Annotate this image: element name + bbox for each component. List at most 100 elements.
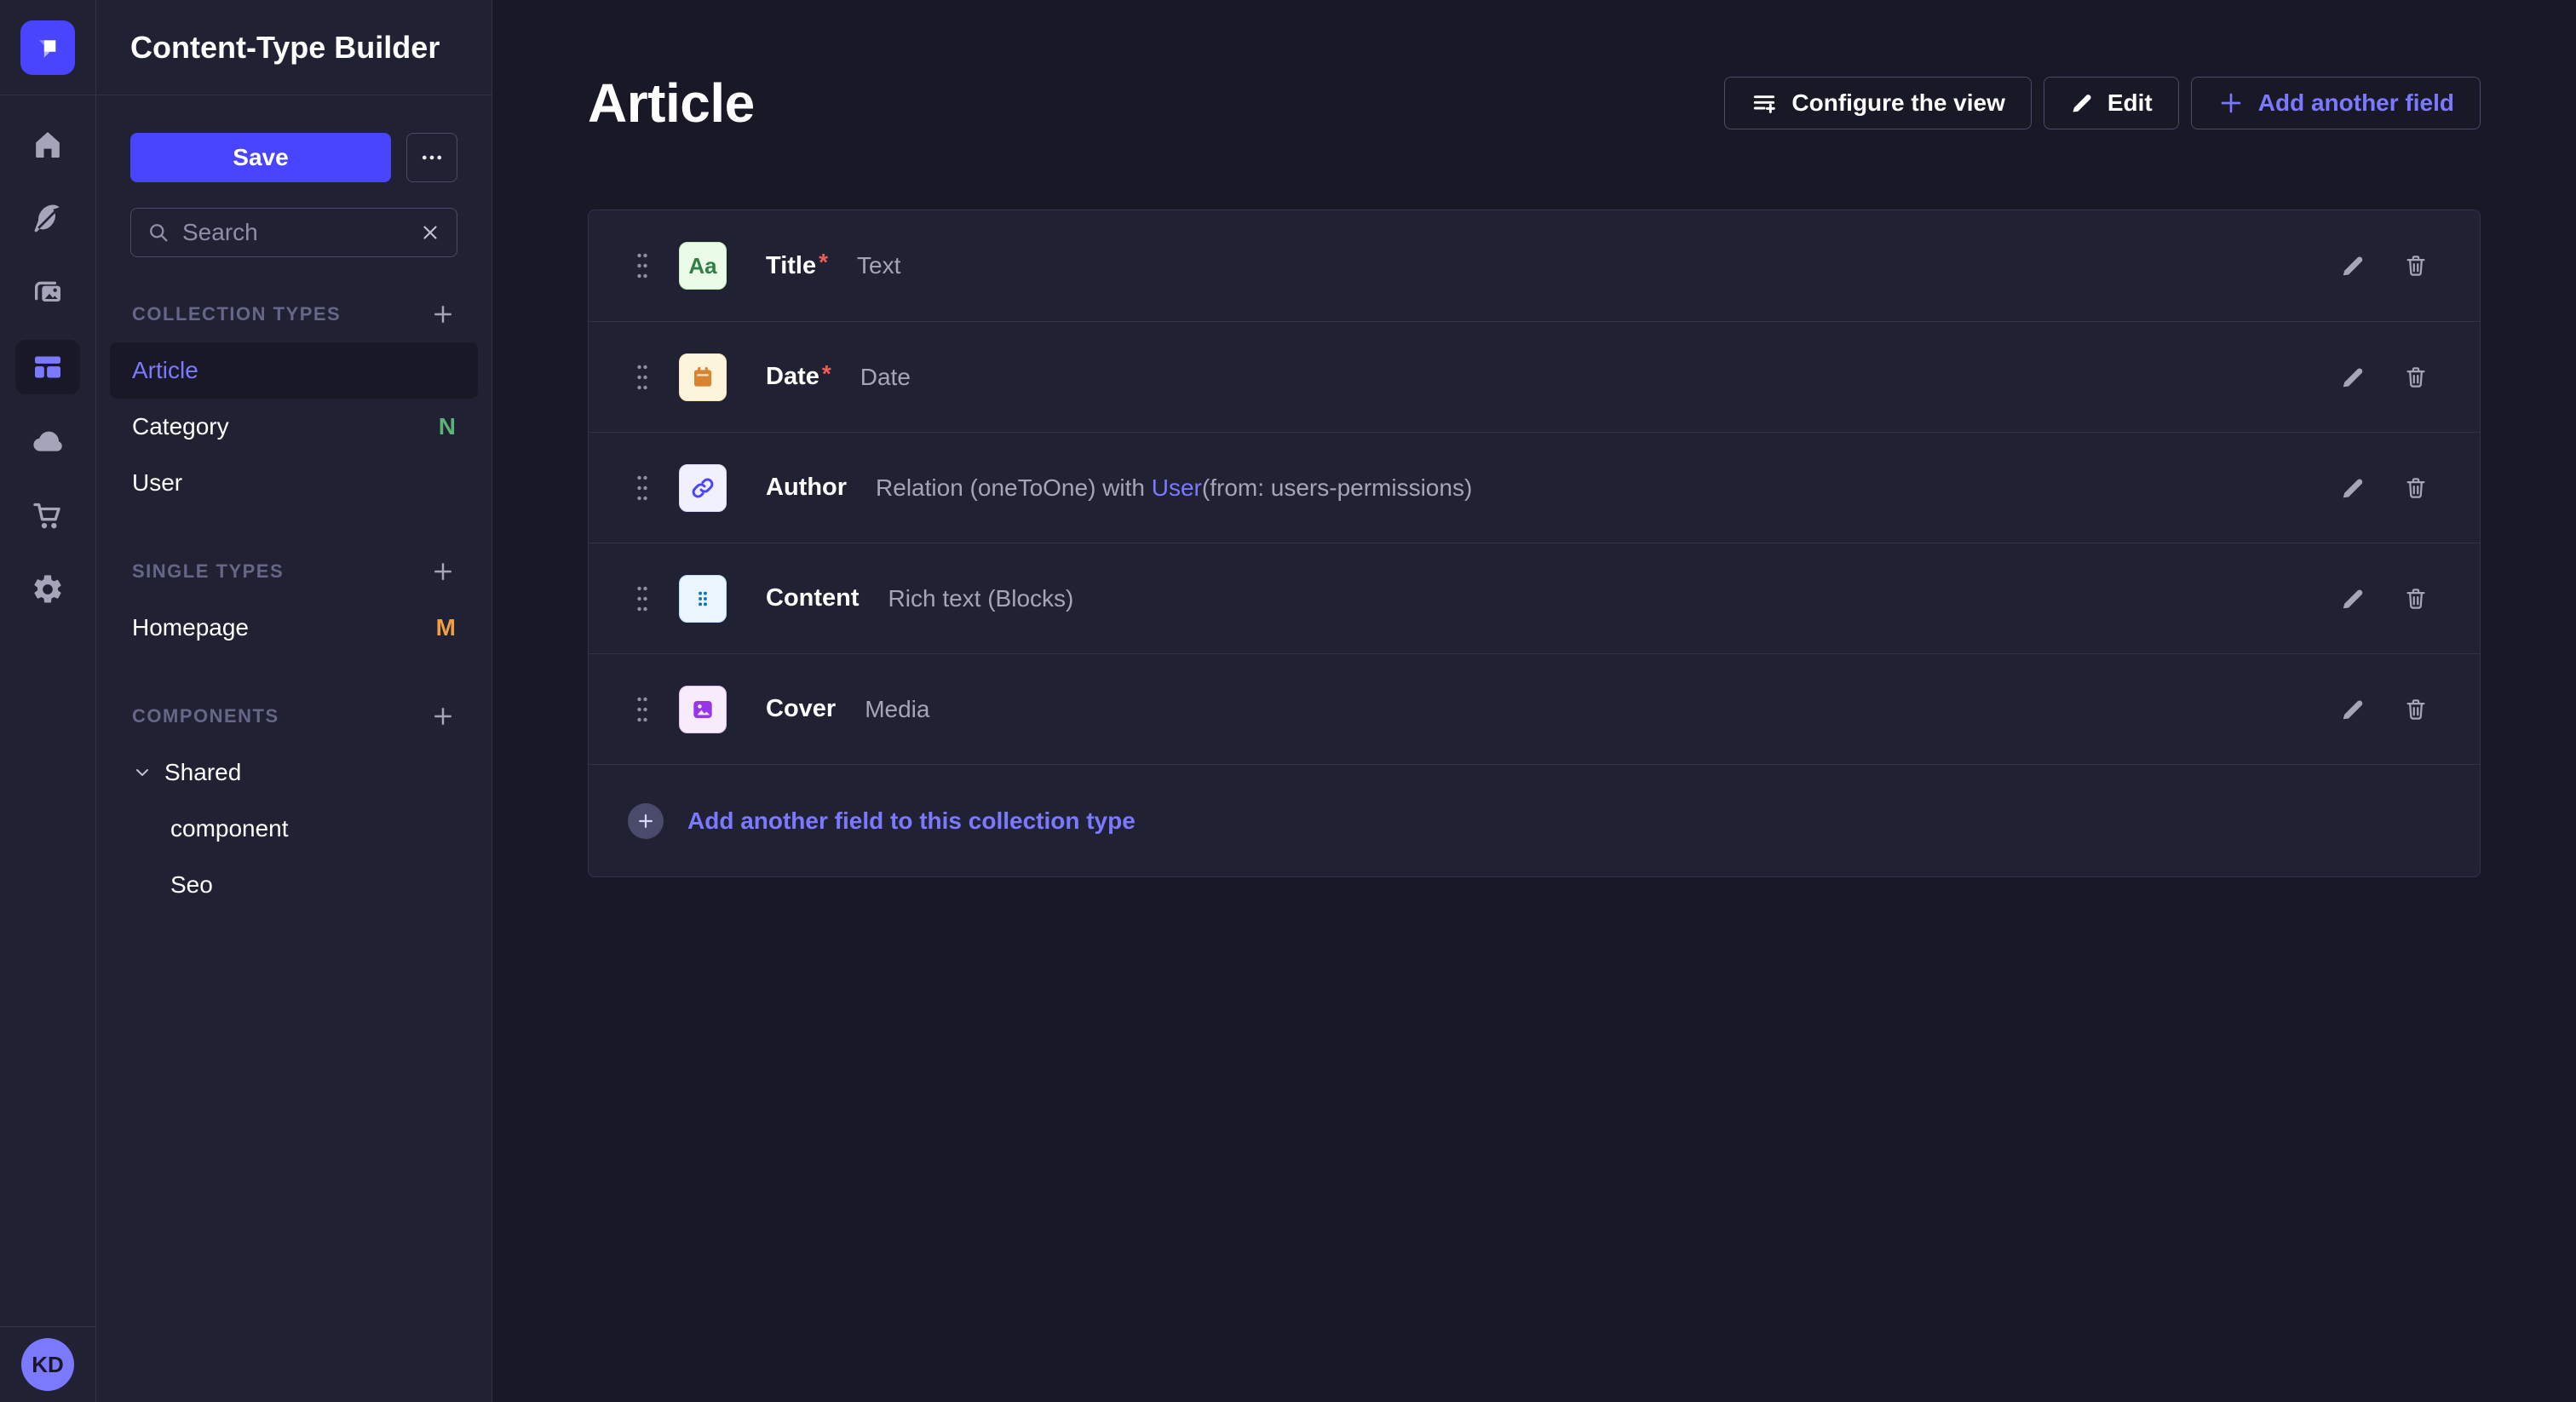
- required-mark: *: [822, 360, 831, 388]
- save-button[interactable]: Save: [130, 133, 391, 182]
- chevron-down-icon: [132, 762, 152, 783]
- cart-icon: [31, 498, 65, 532]
- rail-item-home[interactable]: [15, 118, 80, 172]
- sidebar-item-category[interactable]: Category N: [110, 399, 478, 455]
- trash-icon: [2403, 586, 2429, 612]
- item-label: Article: [132, 357, 198, 384]
- item-label: Homepage: [132, 614, 249, 641]
- field-row-content: Content Rich text (Blocks): [589, 543, 2480, 653]
- pencil-icon: [2340, 365, 2366, 390]
- field-name: Content: [766, 584, 860, 612]
- delete-field-button[interactable]: [2403, 253, 2429, 279]
- text-field-glyph: Aa: [688, 253, 716, 279]
- add-field-row-label: Add another field to this collection typ…: [687, 807, 1136, 835]
- add-another-field-button[interactable]: Add another field: [2191, 77, 2481, 129]
- rail-item-media-library[interactable]: [15, 266, 80, 320]
- text-field-icon: Aa: [679, 242, 727, 290]
- fields-card: Aa Title * Text Date *: [588, 210, 2481, 877]
- edit-field-button[interactable]: [2340, 586, 2366, 612]
- delete-field-button[interactable]: [2403, 365, 2429, 390]
- drag-handle[interactable]: [636, 474, 648, 503]
- gear-icon: [31, 572, 65, 606]
- row-actions: [2340, 365, 2429, 390]
- cloud-icon: [31, 424, 65, 458]
- edit-field-button[interactable]: [2340, 365, 2366, 390]
- add-field-row-button[interactable]: Add another field to this collection typ…: [589, 764, 2480, 876]
- sidebar-item-component[interactable]: component: [110, 801, 478, 857]
- collection-types-list: Article Category N User: [110, 342, 478, 511]
- configure-view-button[interactable]: Configure the view: [1724, 77, 2031, 129]
- add-single-type-button[interactable]: [430, 559, 456, 584]
- edit-field-button[interactable]: [2340, 253, 2366, 279]
- home-icon: [31, 128, 65, 162]
- field-name: Author: [766, 474, 847, 502]
- field-type: Relation (oneToOne) with User(from: user…: [876, 474, 1472, 502]
- ellipsis-icon: [419, 145, 445, 170]
- item-label: Seo: [170, 871, 213, 899]
- search-input[interactable]: [182, 219, 407, 246]
- drag-handle[interactable]: [636, 251, 648, 280]
- edit-field-button[interactable]: [2340, 697, 2366, 722]
- plus-icon: [430, 302, 456, 327]
- relation-field-icon: [679, 464, 727, 512]
- relation-suffix: (from: users-permissions): [1202, 474, 1472, 501]
- trash-icon: [2403, 253, 2429, 279]
- plus-circle-icon: [628, 803, 664, 839]
- avatar-initials: KD: [32, 1352, 64, 1378]
- edit-field-button[interactable]: [2340, 475, 2366, 501]
- search-icon: [147, 221, 170, 244]
- user-avatar[interactable]: KD: [21, 1338, 74, 1391]
- clear-search-button[interactable]: [419, 221, 441, 244]
- pencil-icon: [2340, 253, 2366, 279]
- rail-footer: KD: [0, 1326, 95, 1402]
- pencil-icon: [2340, 697, 2366, 722]
- rail-item-content-manager[interactable]: [15, 192, 80, 246]
- rail-item-deploy[interactable]: [15, 414, 80, 468]
- icon-rail: KD: [0, 0, 96, 1402]
- status-badge: M: [436, 614, 456, 641]
- edit-button[interactable]: Edit: [2044, 77, 2179, 129]
- field-type: Date: [860, 364, 911, 391]
- delete-field-button[interactable]: [2403, 475, 2429, 501]
- plus-icon: [2217, 89, 2245, 117]
- drag-handle[interactable]: [636, 695, 648, 724]
- collection-types-header: COLLECTION TYPES: [110, 302, 478, 327]
- sidebar-item-shared-category[interactable]: Shared: [110, 744, 478, 801]
- section-label: COLLECTION TYPES: [132, 303, 341, 325]
- sidebar-item-homepage[interactable]: Homepage M: [110, 600, 478, 656]
- rail-item-settings[interactable]: [15, 562, 80, 617]
- field-type: Rich text (Blocks): [888, 585, 1074, 612]
- sidebar-item-article[interactable]: Article: [110, 342, 478, 399]
- row-actions: [2340, 697, 2429, 722]
- relation-target-link[interactable]: User: [1152, 474, 1202, 501]
- row-actions: [2340, 586, 2429, 612]
- drag-handle[interactable]: [636, 584, 648, 613]
- close-icon: [419, 221, 441, 244]
- add-collection-type-button[interactable]: [430, 302, 456, 327]
- save-row: Save: [130, 133, 457, 182]
- status-badge: N: [439, 413, 456, 440]
- pencil-icon: [2070, 91, 2094, 115]
- section-label: COMPONENTS: [132, 705, 279, 727]
- button-label: Add another field: [2258, 89, 2454, 117]
- row-actions: [2340, 475, 2429, 501]
- sidebar-body: Save COLLECTION TYPES Article Category: [96, 95, 492, 913]
- single-types-list: Homepage M: [110, 600, 478, 656]
- drag-handle[interactable]: [636, 363, 648, 392]
- rail-item-content-type-builder[interactable]: [15, 340, 80, 394]
- sidebar-item-user[interactable]: User: [110, 455, 478, 511]
- add-component-button[interactable]: [430, 704, 456, 729]
- more-options-button[interactable]: [406, 133, 457, 182]
- delete-field-button[interactable]: [2403, 586, 2429, 612]
- strapi-logo[interactable]: [20, 20, 75, 75]
- pencil-icon: [2340, 586, 2366, 612]
- strapi-logo-icon: [32, 32, 63, 63]
- main-header: Article Configure the view Edit Add anot…: [588, 72, 2481, 135]
- feather-icon: [31, 202, 65, 236]
- delete-field-button[interactable]: [2403, 697, 2429, 722]
- main-content: Article Configure the view Edit Add anot…: [492, 0, 2576, 1402]
- plus-icon: [430, 704, 456, 729]
- rail-item-marketplace[interactable]: [15, 488, 80, 543]
- sidebar-item-seo[interactable]: Seo: [110, 857, 478, 913]
- list-plus-icon: [1751, 89, 1778, 117]
